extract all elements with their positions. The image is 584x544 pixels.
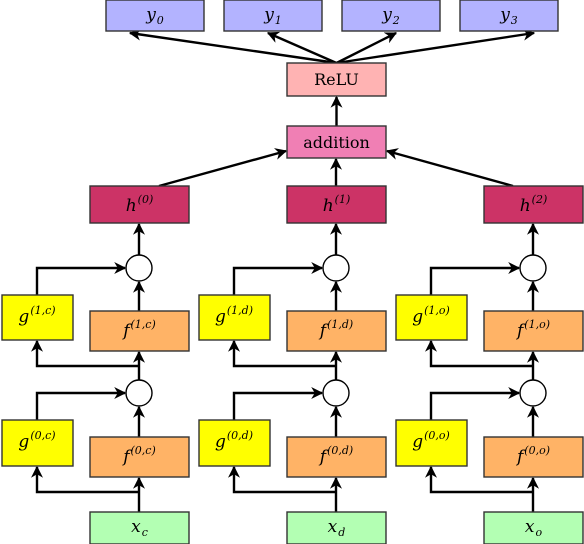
output-node-y1: y1 [223, 0, 323, 32]
g-node-layer0-d-rect [198, 419, 271, 467]
output-label-subscript: 3 [511, 14, 518, 27]
relu-label: ReLU [314, 70, 359, 89]
edge-h2-to-addition [385, 148, 514, 188]
f-node-layer0-d: f(0,d) [286, 436, 387, 478]
nodes: y0 y1 y2 y3ReLUadditionh(0)g(1,c)f(1,c)g(0,… [1, 0, 584, 544]
combine-node-layer0-d [322, 379, 350, 407]
combine-node-layer1-c [125, 254, 153, 282]
f-label-superscript: (1,d) [327, 318, 353, 331]
g-label-superscript: (1,o) [424, 304, 450, 317]
hidden-label-base: h [126, 196, 137, 216]
output-label-subscript: 1 [275, 14, 282, 27]
f-node-layer1-o-rect [483, 310, 584, 352]
input-label-base: x [525, 517, 535, 537]
g-node-layer1-d-rect [198, 294, 271, 341]
hidden-label-base: h [520, 196, 531, 216]
combine-node-layer0-o [519, 379, 547, 407]
g-node-layer0-o: g(0,o) [395, 419, 468, 467]
output-label-base: y [145, 5, 156, 25]
f-node-layer0-o: f(0,o) [483, 436, 584, 478]
g-node-layer1-o: g(1,o) [395, 294, 468, 341]
hidden-label-base: h [323, 196, 334, 216]
input-label-subscript: o [535, 526, 542, 539]
g-label-base: g [18, 432, 29, 452]
diagram-canvas: y0 y1 y2 y3ReLUadditionh(0)g(1,c)f(1,c)g(0,… [1, 0, 584, 544]
g-label-base: g [215, 432, 226, 452]
f-node-layer1-o: f(1,o) [483, 310, 584, 352]
hidden-label-superscript: (1) [335, 193, 351, 206]
edge-relu-to-y0 [128, 28, 337, 65]
edge-g1-to-circle1-o [429, 262, 521, 295]
f-label-superscript: (0,c) [131, 444, 156, 457]
input-node-xo: xo [483, 511, 584, 544]
output-node-y3: y3 [459, 0, 559, 32]
combine-node-layer0-c [125, 379, 153, 407]
input-node-xc: xc [89, 511, 190, 544]
g-label-superscript: (0,d) [227, 429, 253, 442]
hidden-label-superscript: (2) [532, 193, 548, 206]
input-label-base: x [131, 517, 141, 537]
hidden-node-h0: h(0) [89, 185, 190, 224]
output-node-y0: y0 [105, 0, 205, 32]
hidden-node-h2: h(2) [483, 185, 584, 224]
f-label-superscript: (0,d) [327, 444, 353, 457]
f-node-layer0-d-rect [286, 436, 387, 478]
f-node-layer1-d-rect [286, 310, 387, 352]
input-node-xd: xd [286, 511, 387, 544]
edge-g1-to-circle1-d [232, 262, 324, 295]
f-node-layer1-c-rect [89, 310, 190, 352]
relu-node: ReLU [286, 62, 387, 97]
f-label-superscript: (0,o) [524, 444, 550, 457]
f-node-layer1-c: f(1,c) [89, 310, 190, 352]
hidden-label-superscript: (0) [138, 193, 154, 206]
edge-g0-to-circle0-d [232, 387, 324, 420]
g-node-layer1-c-rect [1, 294, 74, 341]
g-label-base: g [18, 307, 29, 327]
f-label-superscript: (1,c) [131, 318, 156, 331]
output-label-base: y [381, 5, 392, 25]
input-label-base: x [328, 517, 338, 537]
f-node-layer0-o-rect [483, 436, 584, 478]
edge-g1-to-circle1-c [35, 262, 127, 295]
combine-node-layer1-d [322, 254, 350, 282]
g-label-base: g [412, 307, 423, 327]
hidden-node-h1: h(1) [286, 185, 387, 224]
g-node-layer0-d: g(0,d) [198, 419, 271, 467]
addition-label: addition [303, 133, 370, 152]
g-label-base: g [412, 432, 423, 452]
addition-node: addition [286, 125, 387, 159]
f-node-layer0-c-rect [89, 436, 190, 478]
output-label-subscript: 2 [392, 14, 400, 27]
combine-node-layer1-o [519, 254, 547, 282]
g-label-superscript: (1,d) [227, 304, 253, 317]
g-label-base: g [215, 307, 226, 327]
output-label-base: y [499, 5, 510, 25]
output-label-subscript: 0 [157, 14, 164, 27]
f-label-superscript: (1,o) [524, 318, 550, 331]
g-node-layer1-d: g(1,d) [198, 294, 271, 341]
edge-g0-to-circle0-c [35, 387, 127, 420]
g-node-layer0-o-rect [395, 419, 468, 467]
output-node-y2: y2 [341, 0, 441, 32]
f-node-layer1-d: f(1,d) [286, 310, 387, 352]
g-node-layer0-c: g(0,c) [1, 419, 74, 467]
g-node-layer1-o-rect [395, 294, 468, 341]
g-label-superscript: (1,c) [30, 304, 55, 317]
input-label-subscript: c [142, 526, 148, 539]
g-node-layer1-c: g(1,c) [1, 294, 74, 341]
g-label-superscript: (0,o) [424, 429, 450, 442]
g-node-layer0-c-rect [1, 419, 74, 467]
input-label-subscript: d [338, 526, 345, 539]
edge-h0-to-addition [158, 148, 288, 188]
architecture-diagram: y0 y1 y2 y3 ReLU addition h(0) g(1,c) f(1,c) g(0,… [0, 0, 584, 544]
f-node-layer0-c: f(0,c) [89, 436, 190, 478]
output-label-base: y [263, 5, 274, 25]
edge-g0-to-circle0-o [429, 387, 521, 420]
g-label-superscript: (0,c) [30, 429, 55, 442]
